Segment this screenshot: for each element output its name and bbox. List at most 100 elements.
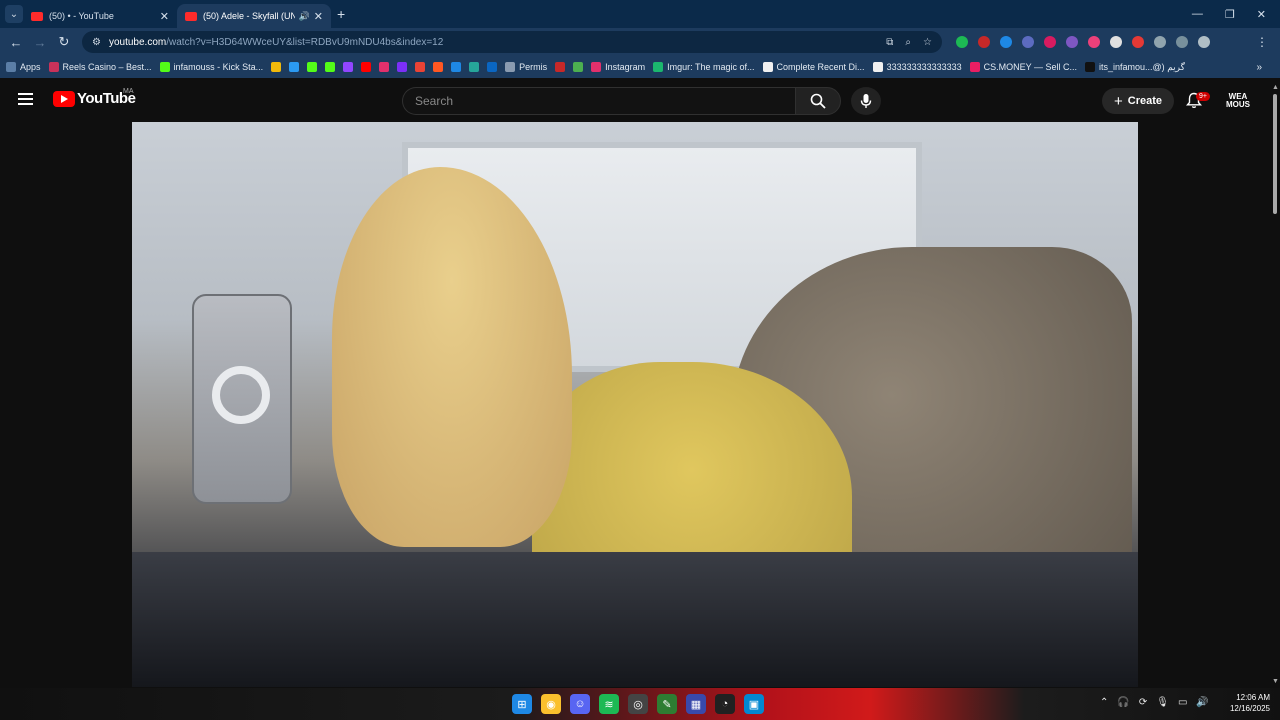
bookmark-item[interactable]: Apps [6,62,41,72]
headset-icon[interactable]: 🎧 [1117,697,1129,708]
discord-icon[interactable]: ☺ [570,694,590,714]
bookmark-item[interactable] [307,62,318,72]
bookmarks-overflow-button[interactable]: » [1256,62,1262,73]
clock-date: 12/16/2025 [1229,704,1270,713]
tab-search-button[interactable]: ⌄ [5,5,23,23]
bookmark-item[interactable]: Instagram [591,62,645,72]
bookmark-favicon-icon [653,62,664,72]
hamburger-menu-icon[interactable] [18,93,33,105]
bookmark-item[interactable] [289,62,300,72]
bookmark-item[interactable] [555,62,566,72]
close-icon[interactable]: ✕ [314,10,323,23]
bookmark-favicon-icon [1085,62,1096,72]
reload-icon[interactable]: ↻ [52,34,76,50]
bookmark-item[interactable] [379,62,390,72]
bookmark-item[interactable] [271,62,282,72]
bookmark-item[interactable] [361,62,372,72]
voice-search-button[interactable] [851,87,881,115]
microphone-icon[interactable]: 🎙 [1156,697,1169,708]
scroll-up-icon[interactable]: ▲ [1272,84,1279,91]
chevron-up-icon[interactable]: ⌃ [1100,697,1108,708]
minimize-button[interactable]: — [1192,8,1203,21]
extension-icon[interactable] [978,36,990,48]
volume-icon[interactable]: 🔊 [1196,697,1208,708]
bookmark-label: infamouss - Kick Sta... [173,62,264,72]
bookmark-favicon-icon [969,62,980,72]
zoom-icon[interactable]: ⌕ [905,37,911,48]
bookmark-item[interactable] [573,62,584,72]
bookmark-item[interactable]: CS.MONEY — Sell C... [969,62,1077,72]
youtube-header: YouTube MA + Create 9+ WEAMOUS [0,78,1280,122]
scroll-down-icon[interactable]: ▼ [1272,678,1279,685]
obs-icon[interactable]: ◎ [628,694,648,714]
bookmark-item[interactable]: its_infamou...@) گريم [1085,62,1185,73]
bookmark-star-icon[interactable]: ☆ [923,37,932,48]
puzzle-icon[interactable] [1154,36,1166,48]
extension-icon[interactable] [956,36,968,48]
url-host: youtube.com [108,36,167,48]
create-button[interactable]: + Create [1102,88,1174,114]
bookmark-item[interactable]: Reels Casino – Best... [48,62,152,72]
back-arrow-icon[interactable]: ← [4,35,28,50]
bookmark-favicon-icon [343,62,354,72]
bookmark-item[interactable]: 333333333333333 [872,62,962,72]
site-info-icon[interactable]: ⚙ [92,37,101,48]
window-close-button[interactable]: ✕ [1257,8,1266,21]
new-tab-button[interactable]: + [337,6,345,22]
bookmark-item[interactable]: Complete Recent Di... [762,62,865,72]
browser-menu-icon[interactable]: ⋮ [1256,35,1268,49]
bookmark-item[interactable] [469,62,480,72]
video-player[interactable] [132,122,1138,687]
bookmark-label: Permis [519,62,548,72]
bookmark-item[interactable]: Permis [505,62,547,72]
tab-youtube-video[interactable]: (50) Adele - Skyfall (UNLOC 🔊 ✕ [177,4,331,28]
avatar[interactable]: WEA MOUS [1226,93,1250,109]
bookmark-favicon-icon [48,62,59,72]
extension-icon[interactable] [1132,36,1144,48]
search-input[interactable] [415,94,795,108]
extension-icon[interactable] [1022,36,1034,48]
address-bar[interactable]: ⚙ youtube.com/watch?v=H3D64WWceUY&list=R… [82,31,942,53]
windows-start-icon[interactable]: ⊞ [512,694,532,714]
app-icon[interactable]: ▦ [686,694,706,714]
taskbar-clock[interactable]: 12:06 AM 12/16/2025 [1222,692,1270,714]
speaker-icon[interactable]: 🔊 [299,11,310,22]
search-button[interactable] [795,87,841,115]
tab-youtube-home[interactable]: (50) • - YouTube ✕ [23,4,177,28]
bookmark-item[interactable] [433,62,444,72]
bookmark-item[interactable] [343,62,354,72]
bookmark-favicon-icon [487,62,498,72]
close-icon[interactable]: ✕ [160,10,169,23]
install-app-icon[interactable]: ⧉ [886,37,893,48]
extension-icon[interactable] [1000,36,1012,48]
sync-icon[interactable]: ⟳ [1139,697,1147,708]
extension-icon[interactable] [1044,36,1056,48]
bookmark-item[interactable] [325,62,336,72]
clock-time: 12:06 AM [1236,693,1270,702]
bookmark-favicon-icon [6,62,16,72]
restore-button[interactable]: ❐ [1225,8,1235,21]
app-icon[interactable]: ✎ [657,694,677,714]
bookmark-favicon-icon [469,62,480,72]
bookmark-favicon-icon [415,62,426,72]
bookmark-item[interactable]: infamouss - Kick Sta... [159,62,264,72]
profile-icon[interactable] [1198,36,1210,48]
scrollbar-thumb[interactable] [1273,94,1277,214]
bookmark-item[interactable]: Imgur: The magic of... [653,62,755,72]
network-icon[interactable]: ▭ [1178,697,1187,708]
bookmark-item[interactable] [487,62,498,72]
bookmark-item[interactable] [397,62,408,72]
forward-arrow-icon[interactable]: → [28,35,52,50]
bookmark-item[interactable] [451,62,462,72]
spotify-icon[interactable]: ≋ [599,694,619,714]
browser-toolbar: ← → ↻ ⚙ youtube.com/watch?v=H3D64WWceUY&… [0,28,1280,56]
media-control-icon[interactable] [1176,36,1188,48]
chrome-icon[interactable]: ◉ [541,694,561,714]
bookmark-favicon-icon [433,62,444,72]
app-icon[interactable]: ▣ [744,694,764,714]
extension-icon[interactable] [1066,36,1078,48]
extension-icon[interactable] [1110,36,1122,48]
steam-icon[interactable]: ◔ [715,694,735,714]
bookmark-item[interactable] [415,62,426,72]
extension-icon[interactable] [1088,36,1100,48]
